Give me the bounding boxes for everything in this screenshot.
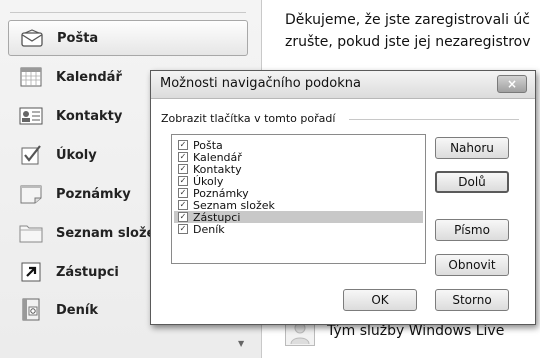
- font-button[interactable]: Písmo: [435, 219, 509, 241]
- nav-item-label: Zástupci: [56, 264, 119, 280]
- reset-button[interactable]: Obnovit: [435, 254, 509, 276]
- list-item-label: Deník: [193, 222, 225, 236]
- nav-item-mail[interactable]: Pošta: [8, 20, 248, 56]
- list-item-shortcuts[interactable]: ✓ Zástupci: [174, 211, 423, 224]
- checkbox[interactable]: ✓: [178, 212, 188, 222]
- list-item-folder-list[interactable]: ✓ Seznam složek: [174, 199, 423, 212]
- checkbox[interactable]: ✓: [178, 152, 188, 162]
- list-item-calendar[interactable]: ✓ Kalendář: [174, 151, 423, 164]
- checklist-icon: [18, 143, 44, 167]
- nav-item-label: Poznámky: [56, 186, 131, 202]
- group-label: Zobrazit tlačítka v tomto pořadí: [161, 112, 340, 125]
- checkbox[interactable]: ✓: [178, 140, 188, 150]
- nav-item-label: Úkoly: [56, 147, 97, 163]
- nav-item-label: Kalendář: [56, 69, 122, 85]
- dialog-titlebar[interactable]: Možnosti navigačního podokna ×: [151, 71, 535, 99]
- checkbox[interactable]: ✓: [178, 200, 188, 210]
- close-button[interactable]: ×: [497, 75, 527, 93]
- checkbox[interactable]: ✓: [178, 164, 188, 174]
- journal-book-icon: [18, 298, 44, 322]
- group-divider: [349, 119, 519, 120]
- nav-divider: [10, 12, 246, 13]
- button-order-list[interactable]: ✓ Pošta ✓ Kalendář ✓ Kontakty ✓ Úkoly ✓ …: [171, 134, 426, 264]
- message-text-line-2: zrušte, pokud jste jej nezaregistrov: [285, 34, 531, 50]
- move-down-button[interactable]: Dolů: [435, 171, 509, 193]
- message-text-line-1: Děkujeme, že jste zaregistrovali úč: [285, 12, 530, 28]
- nav-item-label: Seznam složek: [56, 225, 164, 241]
- checkbox[interactable]: ✓: [178, 224, 188, 234]
- checkbox[interactable]: ✓: [178, 188, 188, 198]
- mail-envelope-icon: [19, 26, 45, 50]
- list-item-notes[interactable]: ✓ Poznámky: [174, 187, 423, 200]
- checkbox[interactable]: ✓: [178, 176, 188, 186]
- contact-card-icon: [18, 104, 44, 128]
- navigation-pane-options-dialog: Možnosti navigačního podokna × Zobrazit …: [150, 70, 536, 325]
- move-up-button[interactable]: Nahoru: [435, 137, 509, 159]
- list-item-tasks[interactable]: ✓ Úkoly: [174, 175, 423, 188]
- folder-icon: [18, 221, 44, 245]
- cancel-button[interactable]: Storno: [435, 289, 509, 311]
- nav-item-label: Kontakty: [56, 108, 123, 124]
- contact-name: Tým služby Windows Live: [327, 323, 505, 339]
- shortcut-arrow-icon: [18, 260, 44, 284]
- dialog-title: Možnosti navigačního podokna: [160, 76, 361, 91]
- nav-expand-arrow-icon[interactable]: ▼: [238, 339, 244, 348]
- calendar-grid-icon: [18, 65, 44, 89]
- dialog-body: Zobrazit tlačítka v tomto pořadí ✓ Pošta…: [151, 99, 535, 324]
- list-item-mail[interactable]: ✓ Pošta: [174, 139, 423, 152]
- list-item-contacts[interactable]: ✓ Kontakty: [174, 163, 423, 176]
- list-item-journal[interactable]: ✓ Deník: [174, 222, 423, 236]
- ok-button[interactable]: OK: [343, 289, 417, 311]
- nav-item-label: Deník: [56, 302, 98, 318]
- note-icon: [18, 182, 44, 206]
- nav-item-label: Pošta: [57, 30, 99, 46]
